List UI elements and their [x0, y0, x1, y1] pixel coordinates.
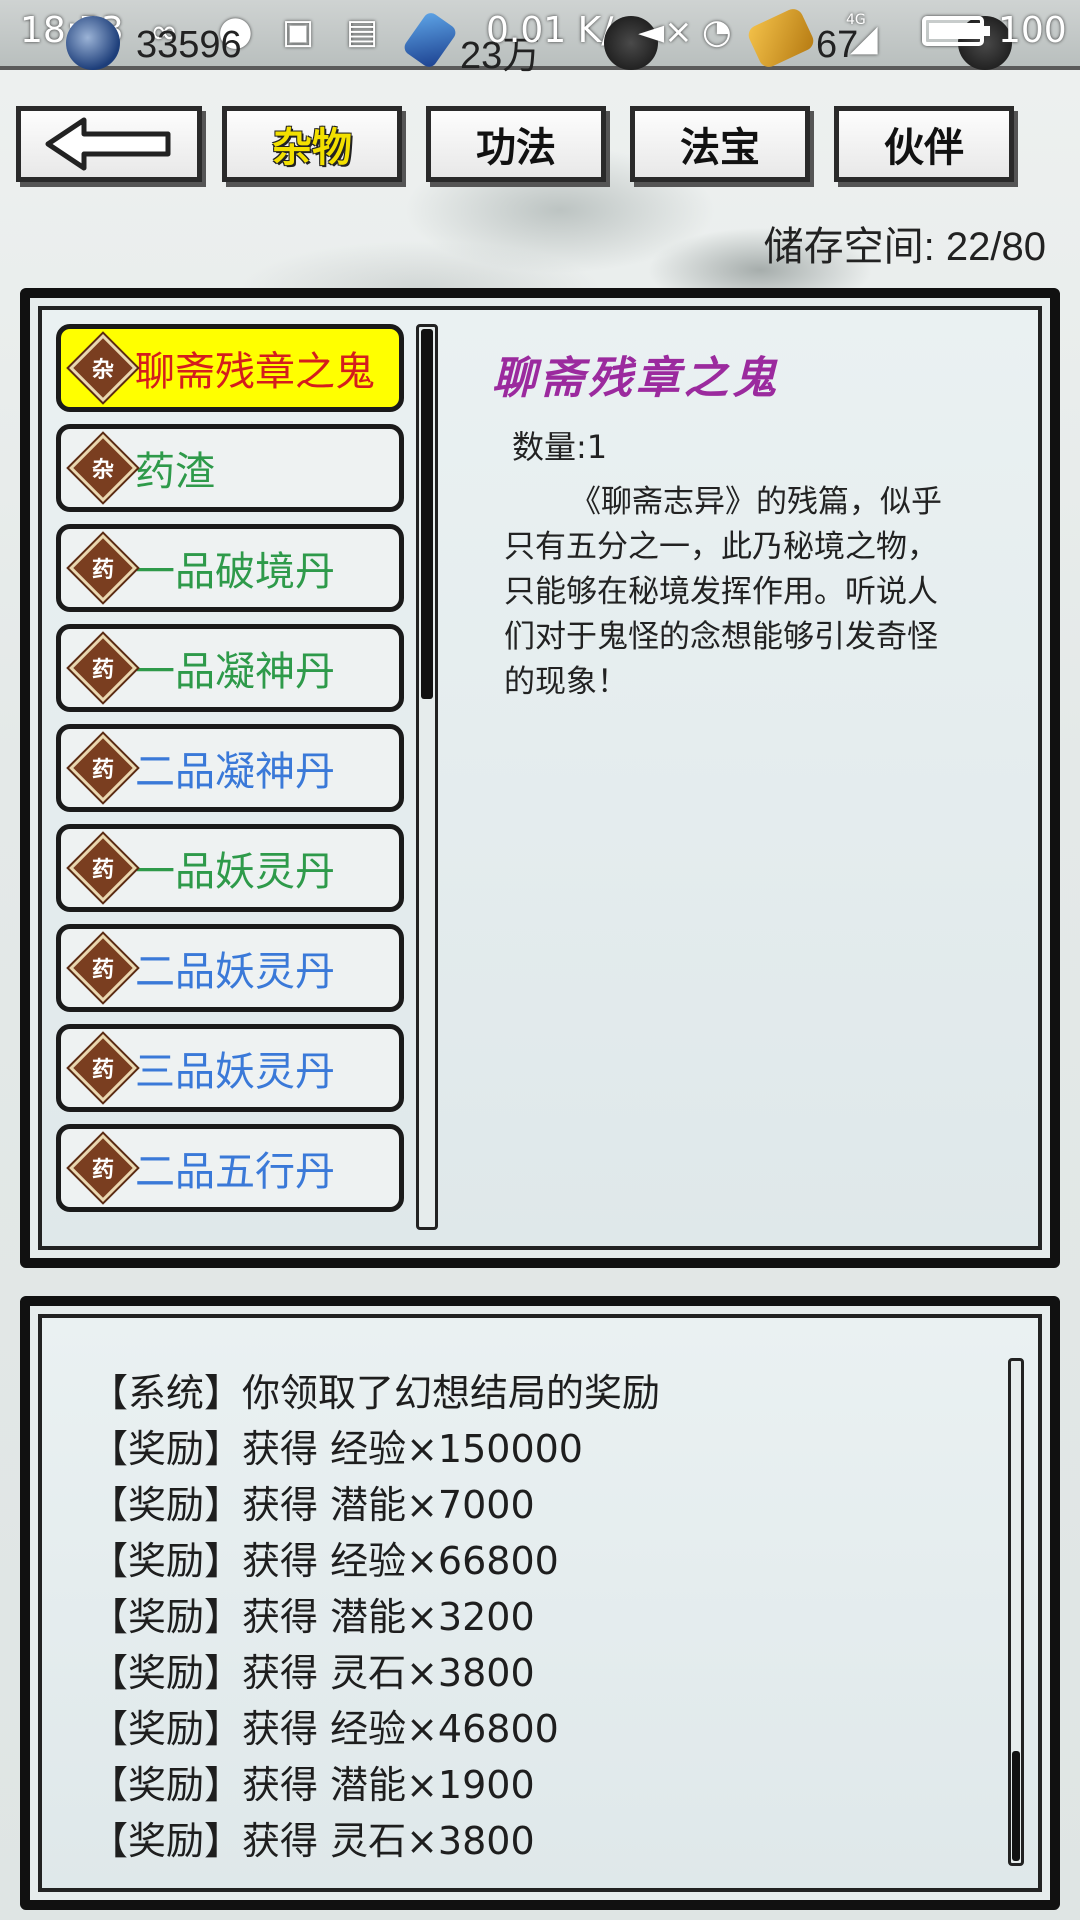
tab-treasures[interactable]: 法宝 — [630, 106, 810, 182]
tab-skills[interactable]: 功法 — [426, 106, 606, 182]
log-line: 【系统】你领取了幻想结局的奖励 — [90, 1371, 661, 1415]
item-category-badge-icon: 药 — [69, 834, 137, 902]
item-category-label: 杂 — [91, 456, 115, 483]
inventory-item[interactable]: 药一品破境丹 — [56, 524, 404, 612]
inventory-item[interactable]: 杂聊斋残章之鬼 — [56, 324, 404, 412]
item-name: 二品妖灵丹 — [135, 949, 335, 995]
taiji-value: 33596 — [136, 24, 242, 66]
log-line: 【奖励】获得 潜能×3200 — [90, 1595, 535, 1639]
inventory-item[interactable]: 杂药渣 — [56, 424, 404, 512]
alarm-icon: ◔ — [702, 12, 732, 52]
jade-icon — [745, 5, 817, 71]
item-category-label: 药 — [91, 956, 115, 983]
item-category-label: 药 — [91, 1156, 115, 1183]
back-button[interactable] — [16, 106, 202, 182]
battery-fill — [929, 23, 983, 39]
taiji-icon — [66, 16, 120, 70]
item-detail-description: 《聊斋志异》的残篇，似乎只有五分之一，此乃秘境之物，只能够在秘境发挥作用。听说人… — [504, 484, 942, 700]
battery-level: 100 — [998, 10, 1067, 51]
item-name: 一品凝神丹 — [135, 649, 335, 695]
item-category-label: 杂 — [91, 356, 115, 383]
message-log-inner: 【系统】你领取了幻想结局的奖励 【奖励】获得 经验×150000 【奖励】获得 潜能… — [38, 1314, 1042, 1892]
item-category-label: 药 — [91, 1056, 115, 1083]
item-detail-quantity: 数量:1 — [512, 428, 608, 466]
log-line: 【奖励】获得 经验×150000 — [90, 1427, 583, 1471]
mute-icon: ◄× — [638, 12, 693, 52]
inventory-panel-inner: 杂聊斋残章之鬼杂药渣药一品破境丹药一品凝神丹药二品凝神丹药一品妖灵丹药二品妖灵丹… — [38, 306, 1042, 1250]
item-category-label: 药 — [91, 756, 115, 783]
inventory-item[interactable]: 药二品五行丹 — [56, 1124, 404, 1212]
item-name: 二品凝神丹 — [135, 749, 335, 795]
log-line: 【奖励】获得 经验×46800 — [90, 1707, 559, 1751]
item-category-badge-icon: 药 — [69, 534, 137, 602]
item-list-scroll-thumb[interactable] — [421, 329, 433, 699]
item-category-badge-icon: 药 — [69, 634, 137, 702]
item-category-badge-icon: 药 — [69, 1034, 137, 1102]
image-icon: ▣ — [282, 12, 315, 52]
item-name: 药渣 — [135, 449, 215, 495]
back-arrow-icon — [45, 117, 171, 171]
item-category-badge-icon: 药 — [69, 934, 137, 1002]
item-name: 三品妖灵丹 — [135, 1049, 335, 1095]
storage-capacity: 储存空间: 22/80 — [763, 225, 1046, 269]
tab-misc[interactable]: 杂物 — [222, 106, 402, 182]
log-scroll-thumb[interactable] — [1012, 1751, 1020, 1861]
item-list-scrollbar[interactable] — [416, 324, 438, 1230]
news-icon: ▤ — [346, 12, 379, 52]
battery-icon — [922, 16, 990, 46]
log-line: 【奖励】获得 潜能×7000 — [90, 1483, 535, 1527]
status-bar: 18:53 ∞ ● ▣ ▤ 33596 23万 0.01 K/s ◄× ◔ 67… — [0, 0, 1080, 77]
item-detail-title: 聊斋残章之鬼 — [492, 353, 780, 404]
item-category-badge-icon: 药 — [69, 734, 137, 802]
inventory-panel: 杂聊斋残章之鬼杂药渣药一品破境丹药一品凝神丹药二品凝神丹药一品妖灵丹药二品妖灵丹… — [20, 288, 1060, 1268]
item-category-label: 药 — [91, 656, 115, 683]
log-line: 【奖励】获得 灵石×3800 — [90, 1651, 535, 1695]
message-log-panel: 【系统】你领取了幻想结局的奖励 【奖励】获得 经验×150000 【奖励】获得 潜能… — [20, 1296, 1060, 1910]
tab-companions[interactable]: 伙伴 — [834, 106, 1014, 182]
log-line: 【奖励】获得 灵石×3800 — [90, 1819, 535, 1863]
crystal-icon — [401, 10, 459, 70]
item-category-label: 药 — [91, 856, 115, 883]
item-name: 一品妖灵丹 — [135, 849, 335, 895]
log-line: 【奖励】获得 潜能×1900 — [90, 1763, 535, 1807]
inventory-item[interactable]: 药一品妖灵丹 — [56, 824, 404, 912]
inventory-item[interactable]: 药一品凝神丹 — [56, 624, 404, 712]
log-scrollbar[interactable] — [1008, 1358, 1024, 1866]
item-name: 一品破境丹 — [135, 549, 335, 595]
item-category-label: 药 — [91, 556, 115, 583]
inventory-item[interactable]: 药三品妖灵丹 — [56, 1024, 404, 1112]
item-name: 二品五行丹 — [135, 1149, 335, 1195]
inventory-item[interactable]: 药二品凝神丹 — [56, 724, 404, 812]
log-line: 【奖励】获得 经验×66800 — [90, 1539, 559, 1583]
inventory-item[interactable]: 药二品妖灵丹 — [56, 924, 404, 1012]
item-name: 聊斋残章之鬼 — [135, 349, 375, 395]
signal-icon: ◢ — [850, 18, 878, 59]
item-category-badge-icon: 杂 — [69, 334, 137, 402]
item-category-badge-icon: 杂 — [69, 434, 137, 502]
item-category-badge-icon: 药 — [69, 1134, 137, 1202]
